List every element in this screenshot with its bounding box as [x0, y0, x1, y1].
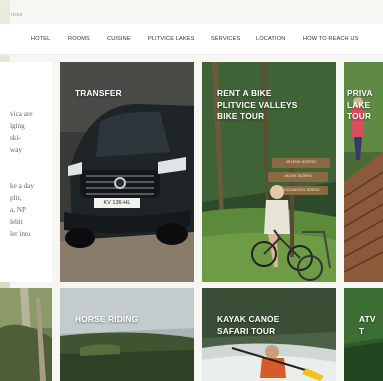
service-tile-horse-riding[interactable]: HORSE RIDING — [60, 288, 194, 381]
horse-riding-photo — [60, 288, 194, 381]
tile-title-line: SAFARI TOUR — [217, 325, 276, 336]
tile-title-horse-riding: HORSE RIDING — [75, 314, 138, 326]
service-tile-kayak-canoe[interactable]: KAYAK CANOE SAFARI TOUR — [202, 288, 336, 381]
nav-item-how-to-reach-us[interactable]: HOW TO REACH US — [303, 36, 359, 42]
intro-line: lebit — [10, 218, 23, 226]
trail-sign-3: KOZJAKOVO JEZERO — [284, 188, 320, 192]
service-tile-transfer[interactable]: KV 136-HL TRANSFER — [60, 62, 194, 282]
nav-item-hotel[interactable]: HOTEL — [31, 36, 50, 42]
trail-sign-2: SKOVE JEZERO — [284, 174, 312, 178]
tile-title-line: ATV T — [359, 314, 376, 336]
nav-item-cuisine[interactable]: CUISINE — [107, 36, 131, 42]
intro-line: ke a day — [10, 182, 34, 190]
nav-item-rooms[interactable]: ROOMS — [68, 36, 90, 42]
tile-title-line: HORSE RIDING — [75, 314, 139, 324]
trail-sign-1: ZELENO JEZERO — [286, 160, 316, 164]
nav-item-services[interactable]: SERVICES — [211, 36, 240, 42]
forest-photo — [0, 288, 52, 381]
tile-title-kayak-canoe: KAYAK CANOE SAFARI TOUR — [217, 314, 279, 337]
breadcrumb: rices — [11, 12, 23, 18]
intro-line: ski- — [10, 134, 21, 142]
service-tile-rent-a-bike[interactable]: ZELENO JEZERO SKOVE JEZERO KOZJAKOVO JEZ… — [202, 62, 336, 282]
nav-item-location[interactable]: LOCATION — [256, 36, 285, 42]
tile-title-line: PRIVA — [347, 88, 373, 98]
page: rices HOTEL ROOMS CUISINE PLITVICE LAKES… — [0, 0, 383, 381]
intro-line: a, NP — [10, 206, 26, 214]
tile-title-line: BIKE TOUR — [217, 111, 265, 121]
tile-title-line: LAKE — [347, 99, 371, 110]
partial-photo-tile[interactable] — [0, 288, 52, 381]
tile-title-line: RENT A BIKE — [217, 88, 272, 98]
main-nav: HOTEL ROOMS CUISINE PLITVICE LAKES SERVI… — [0, 24, 383, 55]
tile-title-line: KAYAK CANOE — [217, 314, 280, 324]
intro-text-column: vica are lging ski- way ke a day plit, a… — [0, 62, 52, 282]
intro-line: way — [10, 146, 22, 154]
tile-title-line: TRANSFER — [75, 88, 122, 98]
tile-title-transfer: TRANSFER — [75, 88, 122, 100]
tile-title-rent-a-bike: RENT A BIKE PLITVICE VALLEYS BIKE TOUR — [217, 88, 298, 123]
tile-title-atv-tour: ATV T — [359, 314, 383, 337]
intro-line: plit, — [10, 194, 22, 202]
service-tile-atv-tour[interactable]: ATV T — [344, 288, 383, 381]
service-tile-private-lakes-tour[interactable]: PRIVA LAKE TOUR — [344, 62, 383, 282]
tile-title-line: PLITVICE VALLEYS — [217, 99, 298, 110]
tile-title-line: TOUR — [347, 111, 372, 121]
license-plate: KV 136-HL — [103, 200, 131, 206]
intro-line: ler into — [10, 230, 31, 238]
intro-line: vica are — [10, 110, 33, 118]
intro-line: lging — [10, 122, 25, 130]
tile-title-private-lakes: PRIVA LAKE TOUR — [347, 88, 373, 123]
nav-item-plitvice-lakes[interactable]: PLITVICE LAKES — [148, 36, 195, 42]
